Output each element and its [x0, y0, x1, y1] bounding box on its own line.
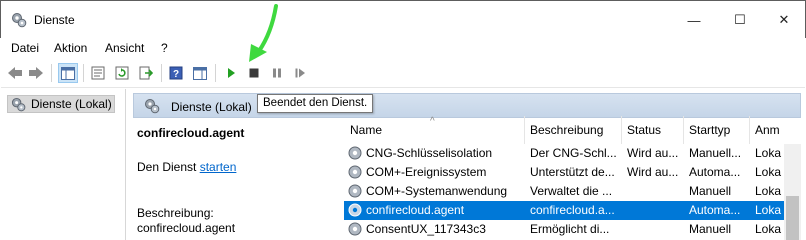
- service-gear-icon: [348, 222, 362, 236]
- service-starttype: Manuell: [689, 184, 732, 198]
- menu-aktion[interactable]: Aktion: [54, 41, 87, 55]
- table-row[interactable]: CNG-Schlüsselisolation Der CNG-Schl... W…: [344, 144, 784, 163]
- service-gear-icon: [348, 203, 362, 217]
- service-status: Wird au...: [627, 165, 679, 179]
- service-name: COM+-Ereignissystem: [366, 165, 487, 179]
- service-gear-icon: [348, 184, 362, 198]
- description-value: confirecloud.agent: [137, 221, 236, 235]
- service-logon: Loka: [755, 146, 782, 160]
- resume-service-button[interactable]: [290, 63, 310, 83]
- service-description: Unterstützt de...: [530, 165, 615, 179]
- maximize-icon: ☐: [734, 12, 746, 27]
- refresh-icon: [115, 66, 129, 80]
- pane-header-title: Dienste (Lokal): [171, 100, 252, 114]
- description-label: Beschreibung:: [137, 206, 214, 220]
- services-gear-icon: [145, 99, 160, 114]
- annotation-arrow-icon: [249, 4, 278, 62]
- service-gear-icon: [348, 146, 362, 160]
- service-starttype: Manuell: [689, 222, 732, 236]
- svg-text:?: ?: [173, 69, 179, 80]
- action-pane-icon: [193, 66, 207, 80]
- help-icon: ?: [169, 66, 183, 80]
- console-tree-icon: [61, 66, 75, 80]
- window-title: Dienste: [34, 13, 75, 27]
- services-gear-icon: [12, 13, 27, 28]
- service-description: Der CNG-Schl...: [530, 146, 617, 160]
- service-description: confirecloud.a...: [530, 203, 615, 217]
- resume-icon: [295, 68, 305, 78]
- service-gear-icon: [348, 165, 362, 179]
- menu-ansicht[interactable]: Ansicht: [105, 41, 144, 55]
- export-list-button[interactable]: [136, 63, 156, 83]
- toolbar-separator: [83, 64, 84, 82]
- service-name: ConsentUX_117343c3: [366, 222, 486, 236]
- help-button[interactable]: ?: [166, 63, 186, 83]
- forward-button[interactable]: [26, 63, 46, 83]
- tooltip: Beendet den Dienst.: [257, 94, 374, 113]
- service-name: CNG-Schlüsselisolation: [366, 146, 493, 160]
- minimize-icon: —: [687, 12, 701, 28]
- service-logon: Loka: [755, 222, 782, 236]
- toolbar-separator: [215, 64, 216, 82]
- export-list-icon: [139, 66, 153, 80]
- column-header-status[interactable]: Status: [621, 116, 683, 144]
- service-description: Ermöglicht di...: [530, 222, 610, 236]
- properties-button[interactable]: [88, 63, 108, 83]
- services-list: ^ Name Beschreibung Status Starttyp Anm …: [340, 116, 806, 240]
- service-starttype: Manuell...: [689, 146, 742, 160]
- column-header-logon[interactable]: Anm: [749, 116, 789, 144]
- refresh-button[interactable]: [112, 63, 132, 83]
- selected-service-name: confirecloud.agent: [137, 126, 245, 140]
- services-gear-icon: [11, 97, 26, 111]
- service-name: confirecloud.agent: [366, 203, 465, 217]
- stop-icon: [249, 68, 259, 78]
- service-logon: Loka: [755, 165, 782, 179]
- forward-icon: [29, 67, 43, 79]
- service-logon: Loka: [755, 203, 782, 217]
- column-header-description[interactable]: Beschreibung: [524, 116, 621, 144]
- close-icon: ✕: [778, 12, 790, 27]
- table-row[interactable]: COM+-Systemanwendung Verwaltet die ... M…: [344, 182, 784, 201]
- close-button[interactable]: ✕: [761, 1, 806, 39]
- show-hide-action-pane-button[interactable]: [190, 63, 210, 83]
- maximize-button[interactable]: ☐: [717, 1, 763, 39]
- properties-icon: [91, 66, 105, 80]
- toolbar-separator: [51, 64, 52, 82]
- tree-item-label: Dienste (Lokal): [31, 97, 112, 111]
- service-logon: Loka: [755, 184, 782, 198]
- service-status: Wird au...: [627, 146, 679, 160]
- column-header-starttype[interactable]: Starttyp: [683, 116, 749, 144]
- minimize-button[interactable]: —: [671, 1, 717, 39]
- start-service-link[interactable]: starten: [200, 160, 237, 174]
- pause-service-button[interactable]: [267, 63, 287, 83]
- service-action-prefix: Den Dienst: [137, 160, 200, 174]
- show-hide-console-tree-button[interactable]: [58, 63, 78, 83]
- service-starttype: Automa...: [689, 203, 741, 217]
- service-action: Den Dienst starten: [137, 160, 236, 174]
- play-icon: [228, 68, 235, 78]
- service-starttype: Automa...: [689, 165, 741, 179]
- menu-help[interactable]: ?: [161, 41, 168, 55]
- scrollbar-thumb[interactable]: [786, 196, 799, 240]
- back-button[interactable]: [5, 63, 25, 83]
- toolbar-separator: [161, 64, 162, 82]
- column-header-name[interactable]: Name: [344, 116, 524, 144]
- service-name: COM+-Systemanwendung: [366, 184, 508, 198]
- console-tree: Dienste (Lokal): [1, 89, 126, 240]
- pane-header: Dienste (Lokal): [133, 93, 801, 118]
- start-service-button[interactable]: [221, 63, 241, 83]
- table-row-selected[interactable]: confirecloud.agent confirecloud.a... Aut…: [344, 201, 784, 220]
- service-description: Verwaltet die ...: [530, 184, 613, 198]
- table-row[interactable]: ConsentUX_117343c3 Ermöglicht di... Manu…: [344, 220, 784, 239]
- tree-item-services-local[interactable]: Dienste (Lokal): [7, 95, 115, 113]
- pause-icon: [273, 68, 281, 78]
- menu-datei[interactable]: Datei: [11, 41, 39, 55]
- title-bar: Dienste — ☐ ✕: [0, 0, 806, 38]
- table-row[interactable]: COM+-Ereignissystem Unterstützt de... Wi…: [344, 163, 784, 182]
- back-icon: [8, 67, 22, 79]
- toolbar: ?: [1, 58, 805, 88]
- stop-service-button[interactable]: [244, 63, 264, 83]
- menu-bar: Datei Aktion Ansicht ?: [1, 38, 805, 58]
